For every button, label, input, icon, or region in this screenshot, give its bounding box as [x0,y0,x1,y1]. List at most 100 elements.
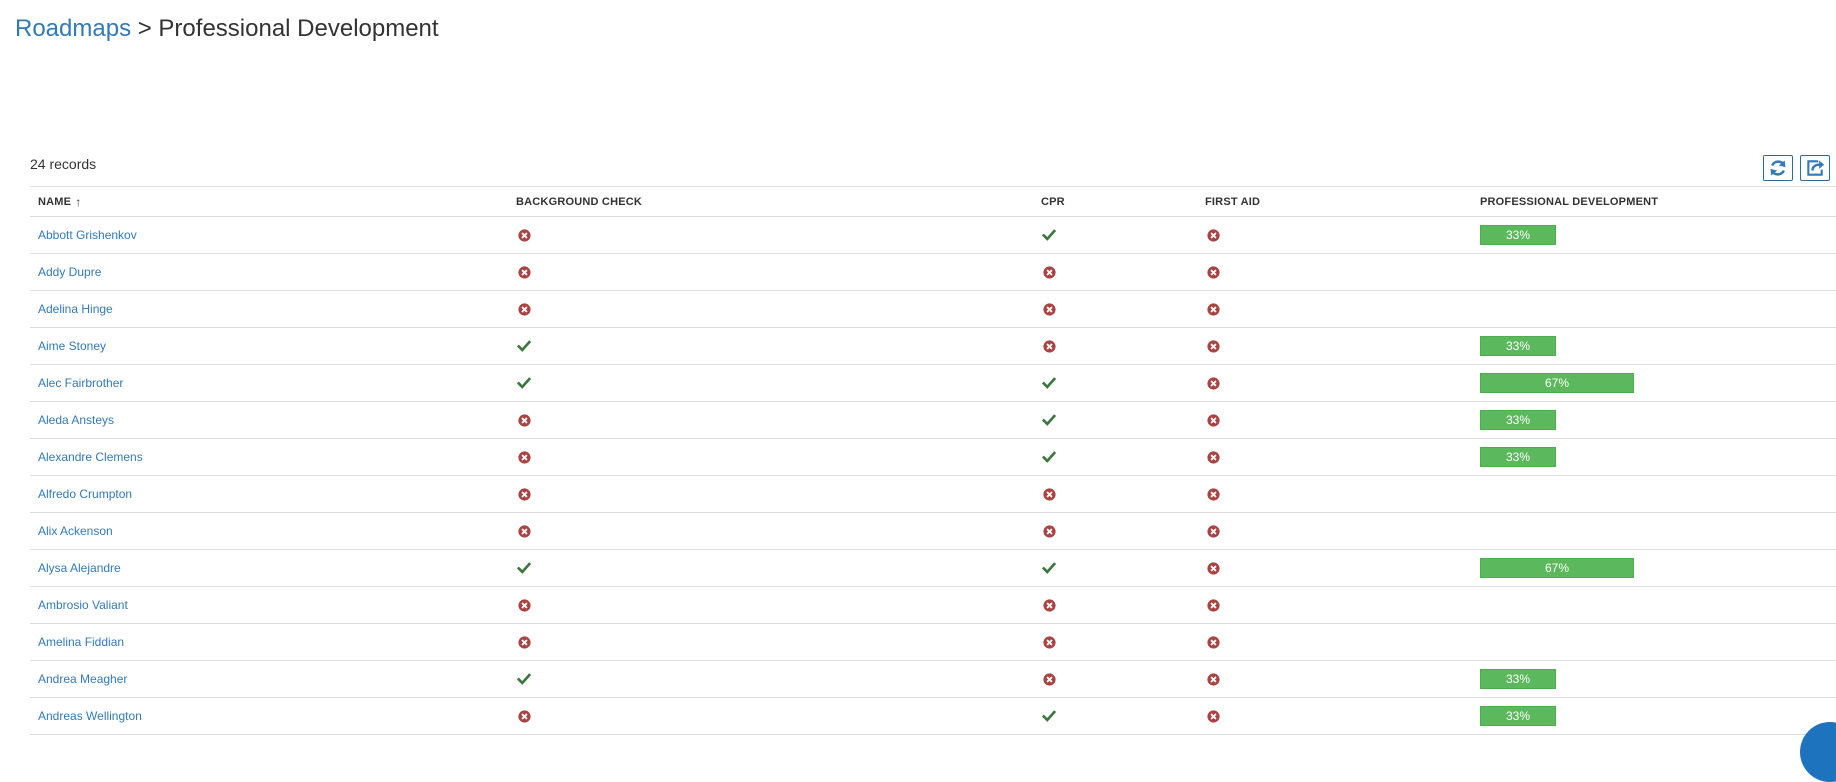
background-check-cell [516,550,1036,586]
column-header-background-check[interactable]: BACKGROUND CHECK [516,187,1036,216]
cpr-cell [1041,476,1201,512]
employee-name-link[interactable]: Alysa Alejandre [38,561,121,575]
x-circle-icon [516,301,532,317]
x-circle-icon [1205,708,1221,724]
table-row: Andreas Wellington 33% [30,698,1836,735]
records-count: 24 records [30,156,97,172]
first-aid-cell [1205,624,1475,660]
progress-bar: 33% [1480,225,1556,245]
background-check-cell [516,217,1036,253]
x-circle-icon [1205,486,1221,502]
sort-ascending-icon: ↑ [75,194,82,209]
professional-development-cell: 33% [1480,217,1820,253]
name-cell: Alfredo Crumpton [38,476,508,512]
progress-bar: 33% [1480,706,1556,726]
professional-development-cell [1480,254,1820,290]
employee-name-link[interactable]: Addy Dupre [38,265,101,279]
progress-bar: 33% [1480,410,1556,430]
first-aid-cell [1205,402,1475,438]
x-circle-icon [516,227,532,243]
employee-name-link[interactable]: Alix Ackenson [38,524,113,538]
checkmark-icon [516,338,532,354]
name-cell: Aime Stoney [38,328,508,364]
table-row: Aime Stoney 33% [30,328,1836,365]
cpr-cell [1041,624,1201,660]
cpr-cell [1041,661,1201,697]
export-button[interactable] [1800,155,1830,181]
x-circle-icon [1041,671,1057,687]
cpr-cell [1041,698,1201,734]
first-aid-cell [1205,254,1475,290]
cpr-cell [1041,254,1201,290]
x-circle-icon [1041,523,1057,539]
employee-name-link[interactable]: Alec Fairbrother [38,376,123,390]
professional-development-cell [1480,624,1820,660]
x-circle-icon [1041,486,1057,502]
table-row: Ambrosio Valiant [30,587,1836,624]
background-check-cell [516,439,1036,475]
employee-name-link[interactable]: Andreas Wellington [38,709,142,723]
professional-development-cell: 33% [1480,402,1820,438]
employee-name-link[interactable]: Ambrosio Valiant [38,598,128,612]
name-cell: Ambrosio Valiant [38,587,508,623]
column-header-professional-development[interactable]: PROFESSIONAL DEVELOPMENT [1480,187,1820,216]
employee-name-link[interactable]: Aime Stoney [38,339,106,353]
table-row: Alysa Alejandre 67% [30,550,1836,587]
employee-name-link[interactable]: Amelina Fiddian [38,635,124,649]
professional-development-cell: 33% [1480,328,1820,364]
progress-bar: 33% [1480,447,1556,467]
checkmark-icon [1041,560,1057,576]
x-circle-icon [1205,264,1221,280]
background-check-cell [516,513,1036,549]
employee-name-link[interactable]: Abbott Grishenkov [38,228,137,242]
column-header-cpr[interactable]: CPR [1041,187,1201,216]
progress-bar: 33% [1480,669,1556,689]
cpr-cell [1041,550,1201,586]
checkmark-icon [516,671,532,687]
x-circle-icon [1205,671,1221,687]
x-circle-icon [516,412,532,428]
table-row: Alix Ackenson [30,513,1836,550]
roadmap-table: NAME ↑ BACKGROUND CHECK CPR FIRST AID PRO… [30,186,1836,735]
table-row: Adelina Hinge [30,291,1836,328]
background-check-cell [516,291,1036,327]
checkmark-icon [516,375,532,391]
breadcrumb-separator: > [131,15,159,42]
x-circle-icon [1041,597,1057,613]
background-check-cell [516,365,1036,401]
name-cell: Adelina Hinge [38,291,508,327]
employee-name-link[interactable]: Aleda Ansteys [38,413,114,427]
cpr-cell [1041,513,1201,549]
x-circle-icon [1205,560,1221,576]
x-circle-icon [516,523,532,539]
cpr-cell [1041,217,1201,253]
professional-development-cell: 67% [1480,365,1820,401]
column-header-first-aid[interactable]: FIRST AID [1205,187,1475,216]
employee-name-link[interactable]: Adelina Hinge [38,302,113,316]
refresh-button[interactable] [1763,155,1793,181]
cpr-cell [1041,291,1201,327]
professional-development-cell: 33% [1480,698,1820,734]
x-circle-icon [516,634,532,650]
x-circle-icon [1205,597,1221,613]
table-row: Alec Fairbrother 67% [30,365,1836,402]
table-row: Alexandre Clemens 33% [30,439,1836,476]
page-title: Professional Development [158,15,439,42]
professional-development-cell: 33% [1480,439,1820,475]
name-cell: Addy Dupre [38,254,508,290]
x-circle-icon [1205,375,1221,391]
employee-name-link[interactable]: Andrea Meagher [38,672,127,686]
background-check-cell [516,698,1036,734]
background-check-cell [516,402,1036,438]
employee-name-link[interactable]: Alfredo Crumpton [38,487,132,501]
cpr-cell [1041,365,1201,401]
professional-development-cell: 33% [1480,661,1820,697]
breadcrumb-roadmaps-link[interactable]: Roadmaps [15,15,131,42]
column-header-name[interactable]: NAME ↑ [38,187,508,216]
employee-name-link[interactable]: Alexandre Clemens [38,450,143,464]
x-circle-icon [1205,523,1221,539]
background-check-cell [516,328,1036,364]
background-check-cell [516,476,1036,512]
table-header-row: NAME ↑ BACKGROUND CHECK CPR FIRST AID PRO… [30,186,1836,217]
first-aid-cell [1205,476,1475,512]
